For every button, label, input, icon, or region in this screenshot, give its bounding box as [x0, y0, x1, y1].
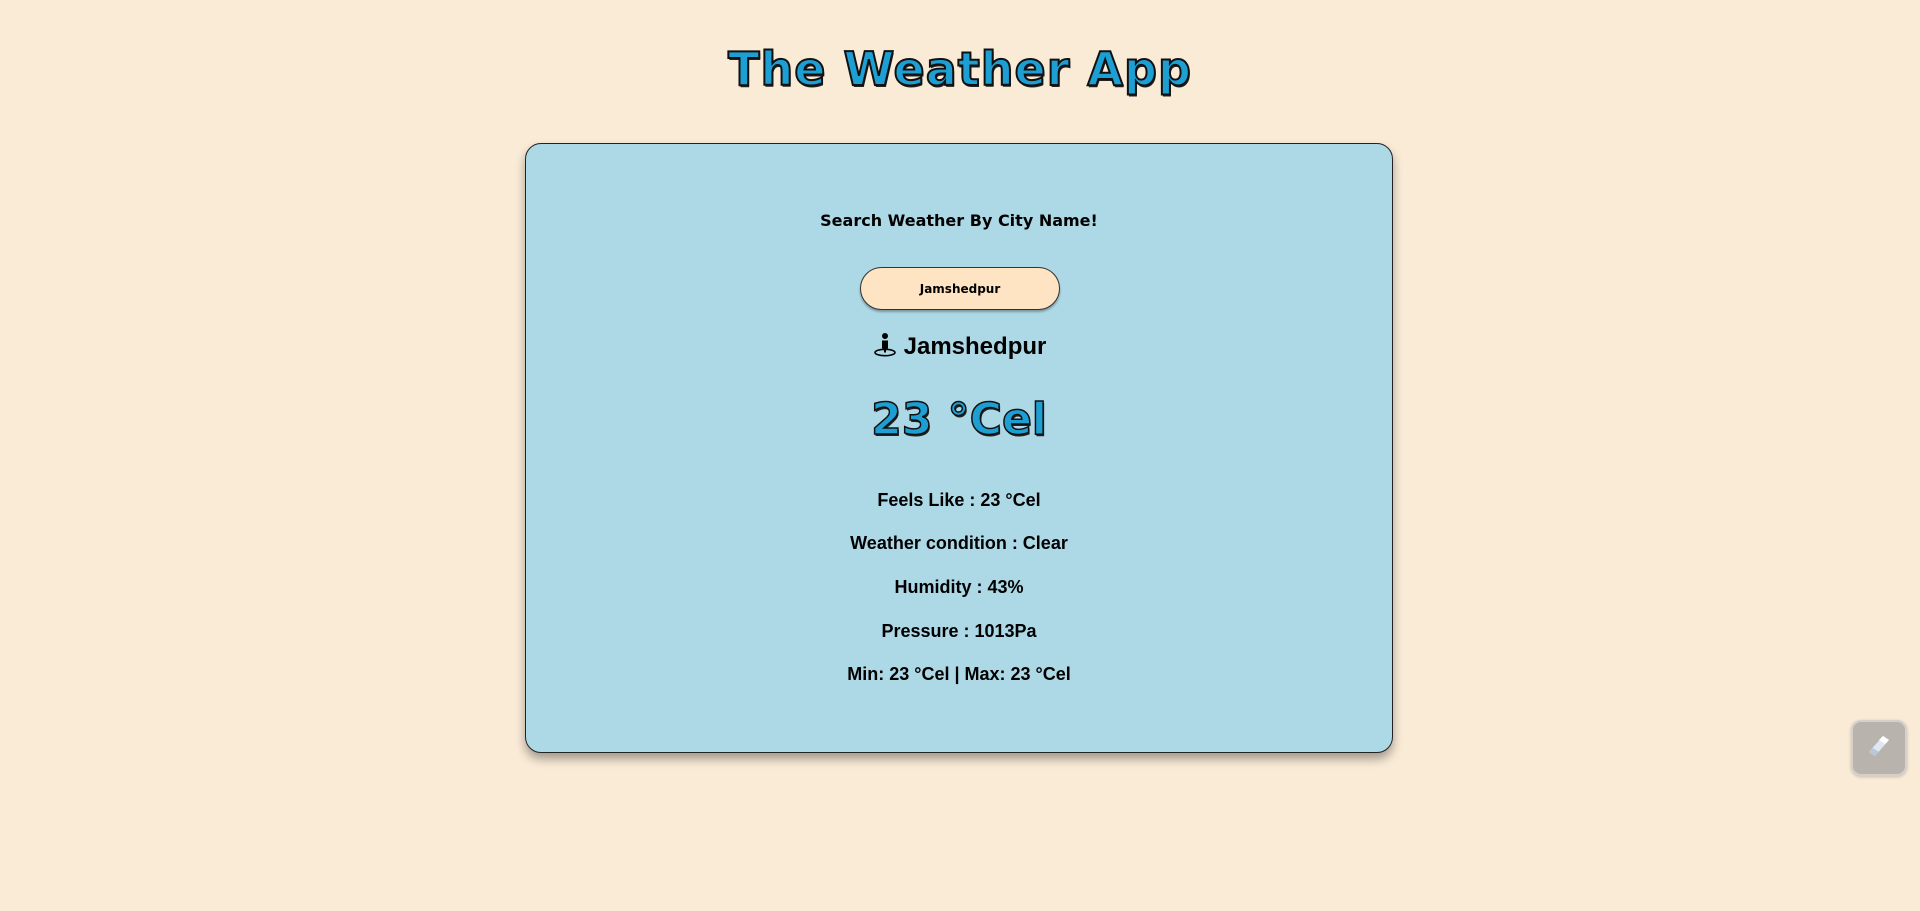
- weather-card: Search Weather By City Name! Jamshedpur …: [525, 143, 1393, 753]
- app-title: The Weather App: [727, 41, 1192, 97]
- floating-extension-button[interactable]: [1851, 720, 1907, 776]
- person-pin-icon: [872, 333, 904, 360]
- city-name: Jamshedpur: [903, 333, 1047, 360]
- search-heading: Search Weather By City Name!: [820, 211, 1098, 230]
- min-max-temperature: Min: 23 °Cel | Max: 23 °Cel: [847, 664, 1071, 684]
- extension-logo-icon: [1863, 730, 1895, 766]
- pressure: Pressure : 1013Pa: [881, 621, 1037, 641]
- location-row: Jamshedpur: [526, 331, 1392, 363]
- weather-condition: Weather condition : Clear: [850, 533, 1068, 553]
- feels-like: Feels Like : 23 °Cel: [877, 490, 1041, 510]
- current-temperature: 23 °Cel: [870, 393, 1047, 446]
- city-search-input[interactable]: [860, 267, 1060, 310]
- humidity: Humidity : 43%: [894, 577, 1024, 597]
